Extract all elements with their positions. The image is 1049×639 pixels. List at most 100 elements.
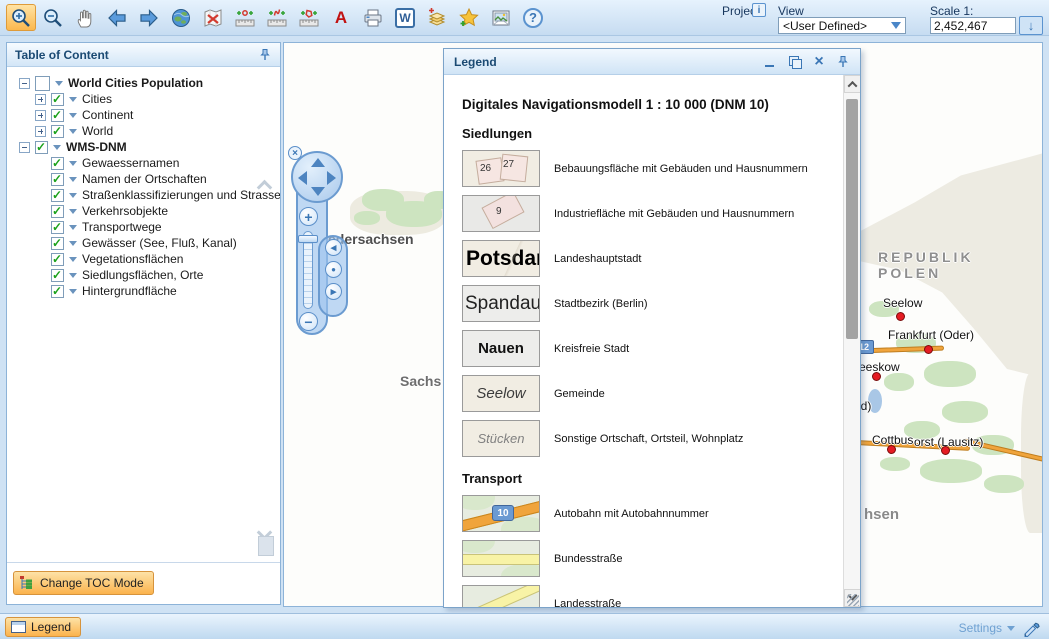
layer-menu-icon[interactable] xyxy=(69,193,77,198)
add-annotation-button[interactable] xyxy=(326,4,356,31)
view-dropdown[interactable]: <User Defined> xyxy=(778,17,906,34)
layer-menu-icon[interactable] xyxy=(69,257,77,262)
layer-checkbox[interactable] xyxy=(51,109,64,122)
print-button[interactable] xyxy=(358,4,388,31)
pan-east-icon[interactable] xyxy=(327,171,336,185)
pin-icon[interactable] xyxy=(258,48,272,62)
add-layer-button[interactable] xyxy=(422,4,452,31)
resize-grip[interactable] xyxy=(847,594,859,606)
layer-checkbox[interactable] xyxy=(51,253,64,266)
send-map-image-button[interactable] xyxy=(486,4,516,31)
restore-icon[interactable] xyxy=(786,54,802,70)
pin-icon[interactable] xyxy=(836,55,850,69)
help-button[interactable] xyxy=(518,4,548,31)
add-favorite-button[interactable] xyxy=(454,4,484,31)
zoom-in-button[interactable] xyxy=(6,4,36,31)
layer-menu-icon[interactable] xyxy=(69,129,77,134)
layer-checkbox[interactable] xyxy=(51,173,64,186)
collapse-icon[interactable] xyxy=(19,142,30,153)
layer-menu-icon[interactable] xyxy=(69,225,77,230)
layer-checkbox[interactable] xyxy=(35,76,50,91)
scroll-up-icon[interactable] xyxy=(844,75,860,93)
toc-item-verkehrsobjekte[interactable]: Verkehrsobjekte xyxy=(7,203,280,219)
toc-item-gewaessernamen[interactable]: Gewaessernamen xyxy=(7,155,280,171)
previous-view-button[interactable] xyxy=(102,4,132,31)
layer-checkbox[interactable] xyxy=(51,269,64,282)
layer-menu-icon[interactable] xyxy=(69,97,77,102)
pan-hand-icon xyxy=(74,7,96,29)
layer-checkbox[interactable] xyxy=(51,221,64,234)
toc-item-world[interactable]: World xyxy=(7,123,280,139)
layer-menu-icon[interactable] xyxy=(69,241,77,246)
measure-distance-button[interactable] xyxy=(262,4,292,31)
landesstrasse-swatch xyxy=(462,585,540,607)
pan-south-icon[interactable] xyxy=(311,187,325,196)
history-forward-button[interactable] xyxy=(325,283,342,300)
toc-item-wms-dnm[interactable]: WMS-DNM xyxy=(7,139,280,155)
municipality-swatch: Seelow xyxy=(462,375,540,412)
layer-checkbox[interactable] xyxy=(51,125,64,138)
redline-pen-icon[interactable] xyxy=(1022,618,1041,637)
toc-item-gewaesser[interactable]: Gewässer (See, Fluß, Kanal) xyxy=(7,235,280,251)
layer-checkbox[interactable] xyxy=(51,93,64,106)
toc-item-vegetationsflaechen[interactable]: Vegetationsflächen xyxy=(7,251,280,267)
toc-scrollbar-thumb[interactable] xyxy=(258,536,274,556)
layer-checkbox[interactable] xyxy=(35,141,48,154)
layer-menu-icon[interactable] xyxy=(69,113,77,118)
layer-checkbox[interactable] xyxy=(51,157,64,170)
layer-menu-icon[interactable] xyxy=(69,177,77,182)
change-toc-mode-button[interactable]: Change TOC Mode xyxy=(13,571,154,595)
legend-content: Digitales Navigationsmodell 1 : 10 000 (… xyxy=(444,75,843,607)
layer-menu-icon[interactable] xyxy=(69,289,77,294)
layer-menu-icon[interactable] xyxy=(53,145,61,150)
toc-item-hintergrundflaeche[interactable]: Hintergrundfläche xyxy=(7,283,280,299)
zoom-out-button[interactable] xyxy=(38,4,68,31)
legend-scrollbar-thumb[interactable] xyxy=(846,99,858,339)
clear-selection-button[interactable] xyxy=(198,4,228,31)
layer-checkbox[interactable] xyxy=(51,189,64,202)
toc-item-siedlungsflaechen[interactable]: Siedlungsflächen, Orte xyxy=(7,267,280,283)
zoom-slider-handle[interactable] xyxy=(298,235,318,243)
history-back-button[interactable] xyxy=(325,239,342,256)
toc-item-strassenklassifizierungen[interactable]: Straßenklassifizierungen und Strasse xyxy=(7,187,280,203)
layer-checkbox[interactable] xyxy=(51,285,64,298)
home-view-button[interactable] xyxy=(325,261,342,278)
expand-icon[interactable] xyxy=(35,110,46,121)
expand-icon[interactable] xyxy=(35,94,46,105)
layer-menu-icon[interactable] xyxy=(69,161,77,166)
toc-item-world-cities-population[interactable]: World Cities Population xyxy=(7,75,280,91)
toc-item-transportwege[interactable]: Transportwege xyxy=(7,219,280,235)
legend-window-header[interactable]: Legend xyxy=(444,49,860,75)
pan-west-icon[interactable] xyxy=(298,171,307,185)
zoom-extents-button[interactable] xyxy=(166,4,196,31)
layer-checkbox[interactable] xyxy=(51,237,64,250)
close-icon[interactable] xyxy=(811,54,827,70)
export-word-button[interactable] xyxy=(390,4,420,31)
scale-input[interactable] xyxy=(930,17,1016,34)
pan-button[interactable] xyxy=(70,4,100,31)
measure-area-button[interactable] xyxy=(294,4,324,31)
toc-item-continent[interactable]: Continent xyxy=(7,107,280,123)
layer-menu-icon[interactable] xyxy=(69,209,77,214)
legend-scrollbar[interactable] xyxy=(843,75,860,607)
legend-taskbar-button[interactable]: Legend xyxy=(5,617,81,637)
collapse-icon[interactable] xyxy=(19,78,30,89)
zoom-in-slider-button[interactable] xyxy=(299,207,318,226)
zoom-out-slider-button[interactable] xyxy=(299,312,318,331)
pan-north-icon[interactable] xyxy=(311,158,325,167)
measure-point-button[interactable] xyxy=(230,4,260,31)
settings-menu[interactable]: Settings xyxy=(959,621,1015,635)
layer-menu-icon[interactable] xyxy=(69,273,77,278)
project-info-icon[interactable]: i xyxy=(752,3,766,17)
toc-item-cities[interactable]: Cities xyxy=(7,91,280,107)
expand-icon[interactable] xyxy=(35,126,46,137)
legend-heading: Digitales Navigationsmodell 1 : 10 000 (… xyxy=(462,97,843,112)
legend-section-transport: Transport xyxy=(462,471,843,486)
layer-checkbox[interactable] xyxy=(51,205,64,218)
apply-scale-button[interactable] xyxy=(1019,16,1043,35)
layer-menu-icon[interactable] xyxy=(55,81,63,86)
toc-item-namen-der-ortschaften[interactable]: Namen der Ortschaften xyxy=(7,171,280,187)
minimize-icon[interactable] xyxy=(761,54,777,70)
next-view-button[interactable] xyxy=(134,4,164,31)
close-icon[interactable] xyxy=(288,146,302,160)
